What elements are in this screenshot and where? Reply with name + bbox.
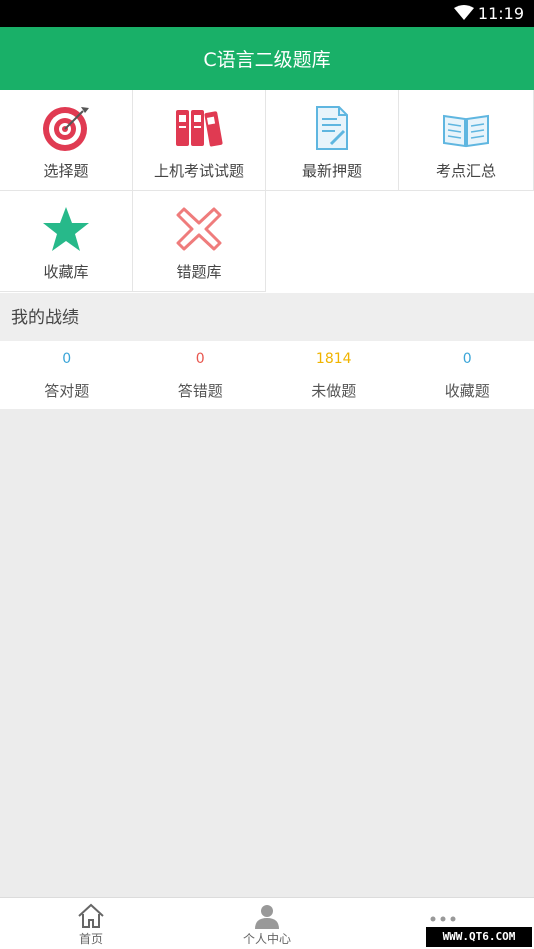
binders-icon xyxy=(176,110,223,147)
stat-value: 1814 xyxy=(315,351,352,367)
more-dots-icon xyxy=(430,916,456,922)
nav-label: 首页 xyxy=(78,932,103,946)
open-book-icon xyxy=(443,114,489,148)
stat-value: 0 xyxy=(195,351,205,367)
menu-item-label: 选择题 xyxy=(43,162,89,180)
person-icon xyxy=(255,905,279,929)
menu-item-label: 收藏库 xyxy=(43,263,89,281)
nav-label: 个人中心 xyxy=(242,932,291,946)
menu-item-label: 最新押题 xyxy=(301,162,362,180)
status-bar: 11:19 xyxy=(0,0,534,27)
x-mark-icon xyxy=(176,207,222,251)
stat-wrong[interactable]: 0 答错题 xyxy=(134,341,268,409)
stat-value: 0 xyxy=(462,351,472,367)
stat-correct[interactable]: 0 答对题 xyxy=(0,341,134,409)
stat-label: 答错题 xyxy=(177,382,223,400)
menu-item-exam[interactable]: 上机考试试题 xyxy=(133,90,266,191)
menu-item-label: 考点汇总 xyxy=(435,162,496,180)
menu-item-label: 上机考试试题 xyxy=(153,162,244,180)
stat-value: 0 xyxy=(62,351,72,367)
menu-item-label: 错题库 xyxy=(176,263,222,281)
menu-item-summary[interactable]: 考点汇总 xyxy=(399,90,534,191)
status-time: 11:19 xyxy=(477,4,524,23)
menu-item-choice[interactable]: 选择题 xyxy=(0,90,133,191)
stats-section-title: 我的战绩 xyxy=(0,293,534,341)
star-icon xyxy=(43,207,89,251)
page-title: C语言二级题库 xyxy=(203,49,331,71)
nav-profile[interactable]: 个人中心 xyxy=(207,898,327,949)
menu-grid: 选择题 上机考试试题 最新押题 考点汇总 收藏库 错题库 xyxy=(0,90,534,293)
app-header: C语言二级题库 xyxy=(0,27,534,90)
stat-undone[interactable]: 1814 未做题 xyxy=(267,341,401,409)
stat-label: 答对题 xyxy=(44,382,90,400)
nav-home[interactable]: 首页 xyxy=(31,898,151,949)
wifi-icon xyxy=(454,5,474,20)
menu-item-favorites[interactable]: 收藏库 xyxy=(0,191,133,292)
menu-item-predict[interactable]: 最新押题 xyxy=(266,90,399,191)
home-icon xyxy=(78,903,104,928)
menu-item-wrong[interactable]: 错题库 xyxy=(133,191,266,292)
stat-label: 收藏题 xyxy=(444,382,490,400)
target-icon xyxy=(43,107,89,151)
watermark: WWW.QT6.COM xyxy=(426,927,532,947)
stat-favorites[interactable]: 0 收藏题 xyxy=(401,341,534,409)
stat-label: 未做题 xyxy=(311,382,357,400)
stats-panel: 0 答对题 0 答错题 1814 未做题 0 收藏题 xyxy=(0,341,534,409)
document-edit-icon xyxy=(316,106,348,150)
